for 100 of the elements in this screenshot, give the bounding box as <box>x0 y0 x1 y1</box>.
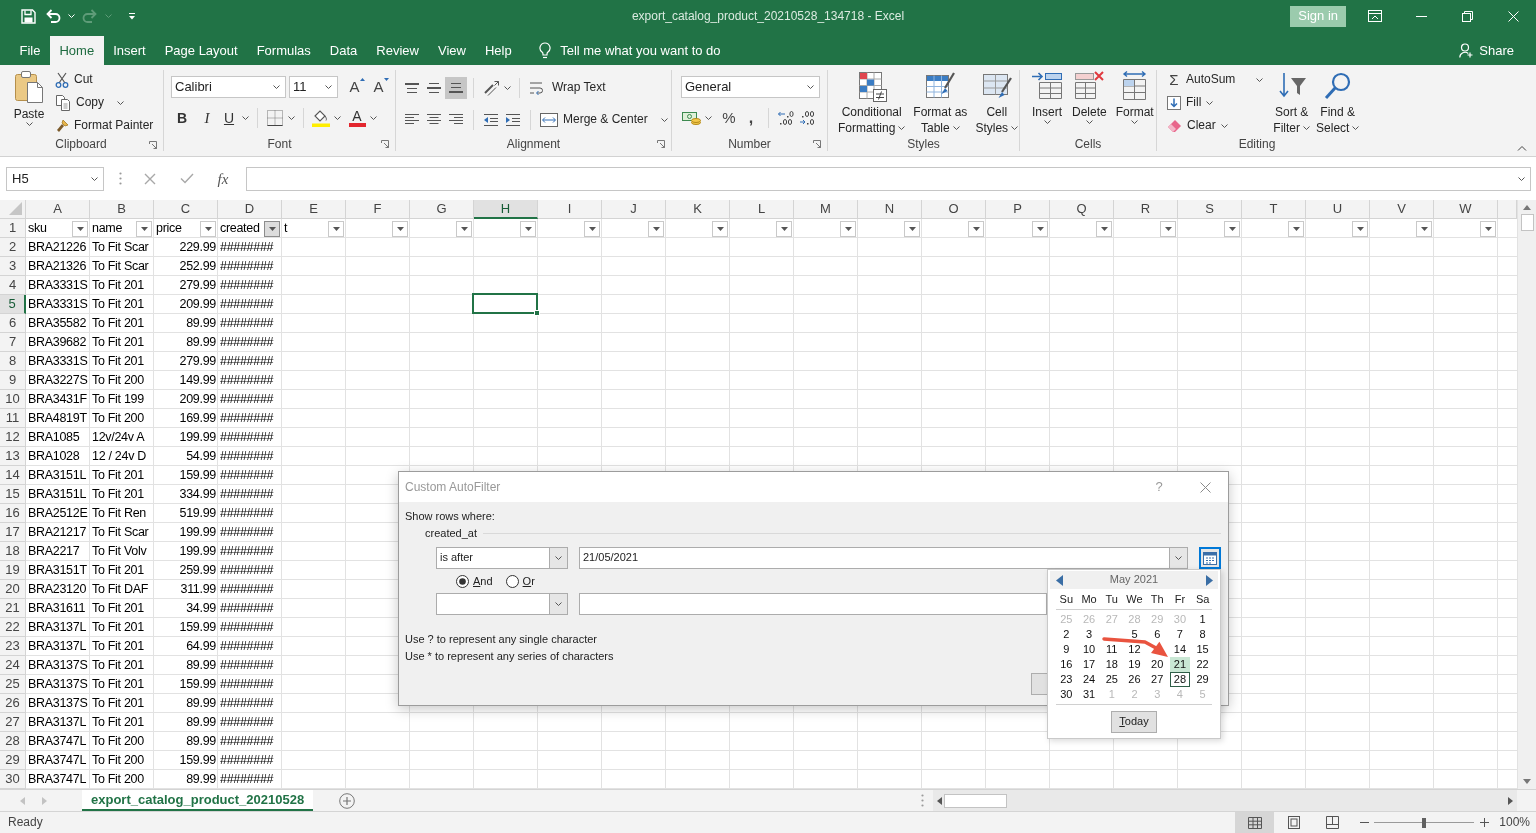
calendar-day[interactable]: 2 <box>1059 627 1074 642</box>
calendar-day[interactable]: 24 <box>1078 672 1100 687</box>
comma-style-button[interactable]: , <box>740 107 762 129</box>
row-header[interactable]: 28 <box>0 732 26 751</box>
formula-field[interactable] <box>246 166 1531 191</box>
row-header[interactable]: 16 <box>0 504 26 523</box>
calendar-day[interactable]: 21 <box>1169 657 1191 672</box>
column-header[interactable]: K <box>666 200 730 219</box>
ribbon-tab[interactable]: Insert <box>103 36 156 65</box>
row-header[interactable]: 17 <box>0 523 26 542</box>
calendar-day[interactable]: 1 <box>1195 612 1210 627</box>
column-header[interactable]: D <box>218 200 282 219</box>
format-painter-button[interactable]: Format Painter <box>52 114 157 137</box>
row-header[interactable]: 12 <box>0 428 26 447</box>
view-button[interactable] <box>1235 812 1275 833</box>
name-box[interactable]: H5 <box>6 166 104 191</box>
column-header[interactable]: R <box>1114 200 1178 219</box>
calendar-day[interactable]: 3 <box>1082 627 1097 642</box>
cut-button[interactable]: Cut <box>52 68 157 91</box>
filter-button[interactable] <box>200 220 216 237</box>
filter-button[interactable] <box>648 220 664 237</box>
calendar-day[interactable]: 10 <box>1078 642 1100 657</box>
row-header[interactable]: 15 <box>0 485 26 504</box>
calendar-day[interactable]: 27 <box>1147 672 1168 687</box>
calendar-day[interactable]: 28 <box>1169 672 1191 687</box>
ribbon-tab[interactable]: Formulas <box>247 36 321 65</box>
column-header[interactable]: P <box>986 200 1050 219</box>
ribbon-tab[interactable]: View <box>428 36 476 65</box>
column-header[interactable]: O <box>922 200 986 219</box>
horizontal-scrollbar[interactable] <box>933 790 1517 811</box>
value-combobox[interactable]: 21/05/2021 <box>579 547 1188 569</box>
scrollbar-thumb[interactable] <box>944 793 1007 808</box>
filter-button[interactable] <box>1032 220 1048 237</box>
launcher-icon[interactable] <box>149 140 157 149</box>
filter-button[interactable] <box>136 220 152 237</box>
search-field[interactable]: Tell me what you want to do <box>560 42 751 59</box>
wrap-text-button[interactable]: Wrap Text <box>526 76 609 99</box>
underline-button[interactable]: U <box>218 107 240 129</box>
column-header[interactable]: G <box>410 200 474 219</box>
borders-button[interactable] <box>264 107 286 129</box>
font-name-field[interactable]: Calibri <box>171 76 286 98</box>
sort-filter-button[interactable]: Sort & Filter <box>1270 68 1314 137</box>
filter-button[interactable] <box>904 220 920 237</box>
column-header[interactable]: C <box>154 200 218 219</box>
row-header[interactable]: 2 <box>0 238 26 257</box>
row-header[interactable]: 14 <box>0 466 26 485</box>
row-header[interactable]: 13 <box>0 447 26 466</box>
merge-center-button[interactable]: Merge & Center <box>537 108 671 131</box>
filter-button[interactable] <box>1096 220 1112 237</box>
align-bottom-button[interactable] <box>445 76 467 99</box>
filter-button[interactable] <box>1352 220 1368 237</box>
calendar-day[interactable]: 20 <box>1147 657 1168 672</box>
calendar-day[interactable]: 8 <box>1195 627 1210 642</box>
calendar-day[interactable]: 22 <box>1192 657 1213 672</box>
filter-button[interactable] <box>1416 220 1432 237</box>
share-button[interactable]: Share <box>1459 36 1514 65</box>
calendar-day[interactable]: 15 <box>1192 642 1213 657</box>
column-header[interactable]: F <box>346 200 410 219</box>
filter-button[interactable] <box>456 220 472 237</box>
ribbon-tab[interactable]: Data <box>320 36 367 65</box>
zoom-slider-thumb[interactable] <box>1422 817 1427 828</box>
filter-button[interactable] <box>840 220 856 237</box>
launcher-icon[interactable] <box>657 140 665 148</box>
sheet-tab[interactable]: export_catalog_product_20210528 <box>82 790 314 811</box>
percent-button[interactable]: % <box>718 107 740 129</box>
number-format-field[interactable]: General <box>681 76 820 98</box>
column-header[interactable]: U <box>1306 200 1370 219</box>
filter-button[interactable] <box>1224 220 1240 237</box>
column-header[interactable]: I <box>538 200 602 219</box>
row-header[interactable]: 20 <box>0 580 26 599</box>
row-header[interactable]: 19 <box>0 561 26 580</box>
launcher-icon[interactable] <box>813 140 821 148</box>
today-button[interactable]: Today <box>1111 711 1157 733</box>
conditional-formatting-button[interactable]: Conditional Formatting <box>835 68 909 136</box>
filter-button[interactable] <box>776 220 792 237</box>
calendar-day[interactable]: 25 <box>1101 672 1122 687</box>
row-header[interactable]: 24 <box>0 656 26 675</box>
filter-button[interactable] <box>1480 220 1496 237</box>
filter-button[interactable] <box>328 220 344 237</box>
grow-font-button[interactable]: A <box>346 76 368 98</box>
fill-button[interactable]: Fill <box>1164 91 1267 114</box>
row-header[interactable]: 5 <box>0 295 26 314</box>
row-header[interactable]: 1 <box>0 219 26 238</box>
filter-button[interactable] <box>1160 220 1176 237</box>
column-header[interactable]: W <box>1434 200 1498 219</box>
calendar-day[interactable]: 23 <box>1056 672 1077 687</box>
ribbon-tab[interactable]: Page Layout <box>155 36 248 65</box>
radio-option[interactable]: And <box>456 574 493 589</box>
row-header[interactable]: 29 <box>0 751 26 770</box>
arrow-right-icon[interactable] <box>1508 796 1513 805</box>
row-header[interactable]: 4 <box>0 276 26 295</box>
ribbon-tab[interactable]: Review <box>366 36 429 65</box>
calendar-day[interactable]: 31 <box>1078 687 1100 702</box>
calendar-day[interactable]: 16 <box>1056 657 1077 672</box>
calendar-day[interactable]: 19 <box>1124 657 1145 672</box>
ribbon-tab[interactable]: Home <box>49 36 104 65</box>
row-header[interactable]: 11 <box>0 409 26 428</box>
format-as-table-button[interactable]: Format as Table <box>910 68 971 136</box>
filter-button[interactable] <box>520 220 536 237</box>
paste-button[interactable]: Paste <box>8 68 50 137</box>
